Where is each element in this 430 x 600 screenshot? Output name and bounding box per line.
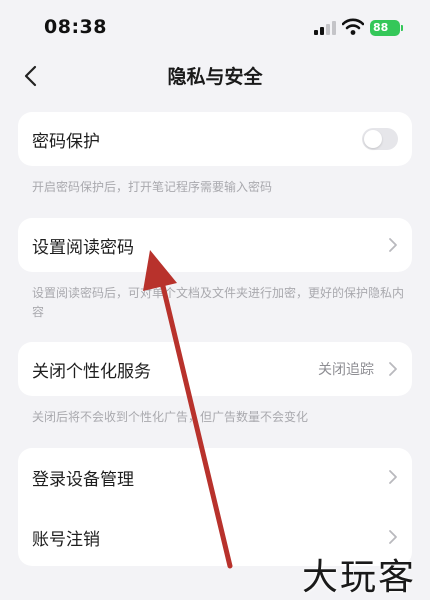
read-password-hint: 设置阅读密码后，可对单个文档及文件夹进行加密，更好的保护隐私内容 [32, 286, 405, 319]
chevron-right-icon [389, 362, 397, 376]
nav-bar: 隐私与安全 [0, 56, 430, 96]
personalization-card: 关闭个性化服务 关闭追踪 [18, 342, 412, 396]
password-protect-hint: 开启密码保护后，打开笔记程序需要输入密码 [32, 180, 273, 194]
chevron-right-icon [389, 470, 397, 484]
wifi-icon [342, 18, 364, 35]
cellular-signal-icon [314, 21, 336, 35]
watermark-logo: 大玩客 [302, 557, 417, 598]
battery-cap [401, 25, 403, 31]
screen: 08:38 88 隐私与安全 密码保护 开启密码保护后，打开笔记程序需要输入密码… [0, 0, 430, 600]
toggle-knob [364, 130, 382, 148]
chevron-left-icon [24, 65, 37, 87]
personalization-hint: 关闭后将不会收到个性化广告，但广告数量不会变化 [32, 410, 309, 424]
device-management-label: 登录设备管理 [32, 470, 134, 490]
chevron-right-icon [389, 238, 397, 252]
device-management-row[interactable]: 登录设备管理 [18, 450, 412, 504]
status-bar: 08:38 88 [0, 0, 430, 56]
password-protect-card: 密码保护 [18, 112, 412, 166]
battery-icon: 88 [370, 20, 400, 36]
password-protect-toggle[interactable] [362, 128, 398, 150]
personalization-row[interactable]: 关闭个性化服务 关闭追踪 [18, 342, 412, 396]
personalization-value: 关闭追踪 [318, 362, 374, 378]
read-password-label: 设置阅读密码 [32, 238, 134, 258]
page-title: 隐私与安全 [167, 66, 263, 88]
personalization-label: 关闭个性化服务 [32, 362, 151, 382]
status-time: 08:38 [44, 16, 107, 38]
account-deletion-label: 账号注销 [32, 530, 100, 550]
read-password-card: 设置阅读密码 [18, 218, 412, 272]
back-button[interactable] [18, 60, 46, 92]
password-protect-label: 密码保护 [32, 132, 100, 152]
password-protect-row: 密码保护 [18, 112, 412, 166]
read-password-row[interactable]: 设置阅读密码 [18, 218, 412, 272]
chevron-right-icon [389, 530, 397, 544]
